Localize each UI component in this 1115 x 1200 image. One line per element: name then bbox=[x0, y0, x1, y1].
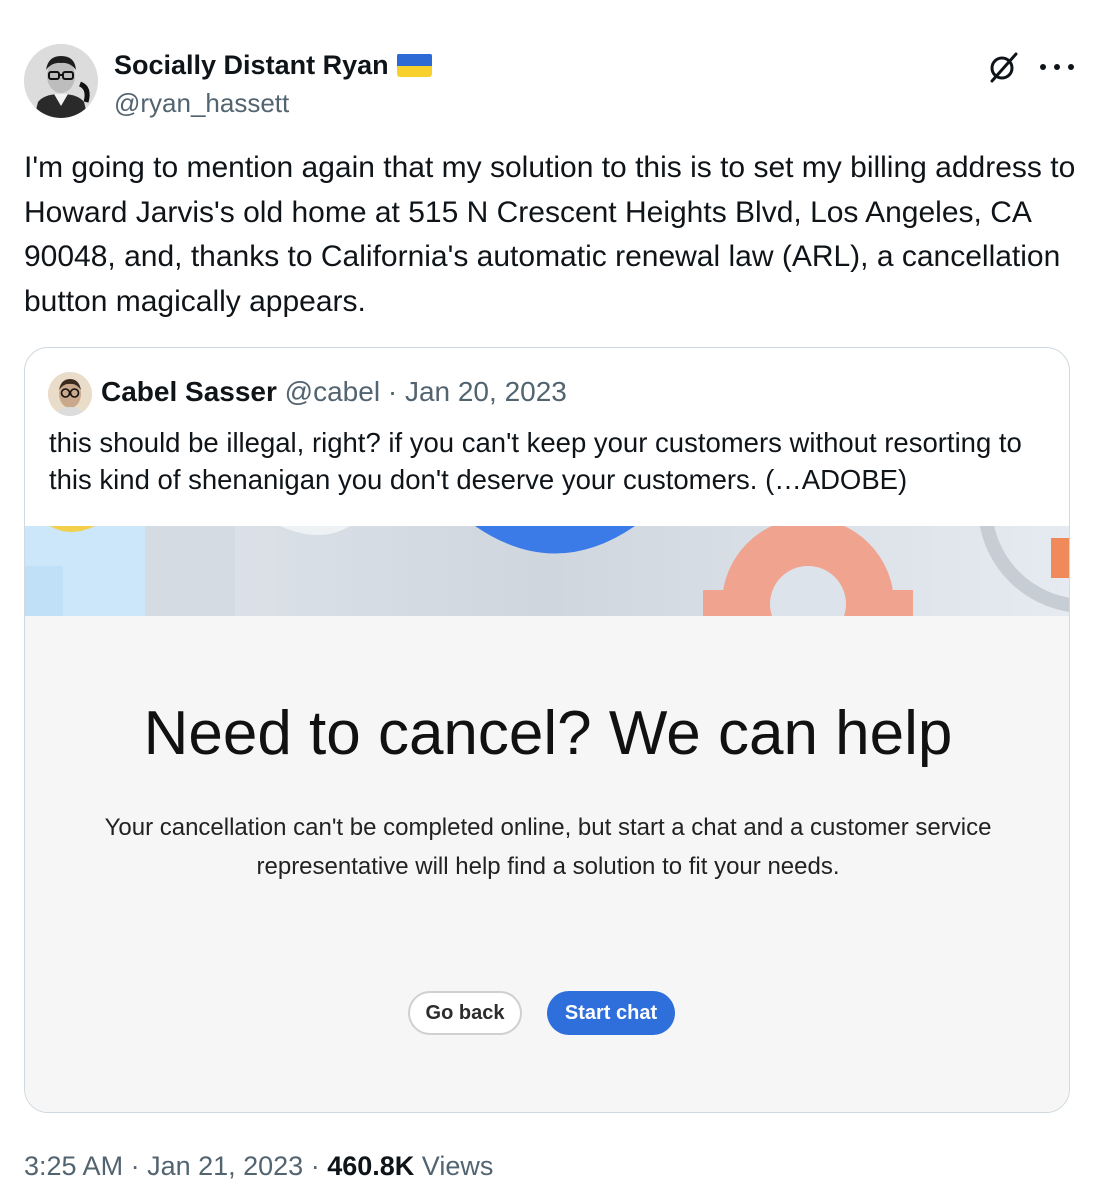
views-label: Views bbox=[421, 1151, 494, 1181]
author-handle[interactable]: @ryan_hassett bbox=[114, 87, 289, 119]
start-chat-button: Start chat bbox=[547, 991, 675, 1035]
tweet-text: I'm going to mention again that my solut… bbox=[24, 151, 1076, 318]
author-display-name[interactable]: Socially Distant Ryan bbox=[114, 49, 432, 81]
quoted-tweet-text: this should be illegal, right? if you ca… bbox=[49, 427, 1022, 495]
quoted-author-avatar bbox=[48, 372, 92, 416]
meta-separator: · bbox=[123, 1151, 148, 1181]
tweet-date[interactable]: Jan 21, 2023 bbox=[147, 1151, 303, 1181]
ukraine-flag-icon bbox=[396, 53, 432, 77]
quoted-tweet-card[interactable]: Cabel Sasser @cabel · Jan 20, 2023 this … bbox=[24, 347, 1070, 1113]
quoted-date: Jan 20, 2023 bbox=[404, 376, 567, 407]
author-avatar-image bbox=[24, 44, 98, 118]
author-name-text: Socially Distant Ryan bbox=[114, 50, 389, 80]
quoted-tweet-header: Cabel Sasser @cabel · Jan 20, 2023 bbox=[101, 374, 567, 410]
quoted-tweet-image: Need to cancel? We can help Your cancell… bbox=[25, 526, 1069, 1112]
quoted-separator: · bbox=[380, 376, 405, 407]
author-avatar[interactable] bbox=[24, 44, 98, 118]
meta-separator-2: · bbox=[303, 1151, 328, 1181]
quoted-author-handle: @cabel bbox=[284, 376, 381, 407]
quoted-author-name: Cabel Sasser bbox=[101, 376, 277, 407]
grok-slash-icon[interactable] bbox=[986, 50, 1020, 84]
tweet-time[interactable]: 3:25 AM bbox=[24, 1151, 123, 1181]
cancel-page-title: Need to cancel? We can help bbox=[143, 699, 953, 768]
views-count[interactable]: 460.8K bbox=[327, 1151, 414, 1181]
cancel-page-description: Your cancellation can't be completed onl… bbox=[104, 814, 992, 880]
tweet-metadata: 3:25 AM · Jan 21, 2023 · 460.8K Views bbox=[24, 1149, 493, 1183]
go-back-button: Go back bbox=[408, 991, 522, 1035]
decorative-banner bbox=[25, 526, 1069, 616]
more-dots-icon[interactable] bbox=[1040, 52, 1074, 82]
